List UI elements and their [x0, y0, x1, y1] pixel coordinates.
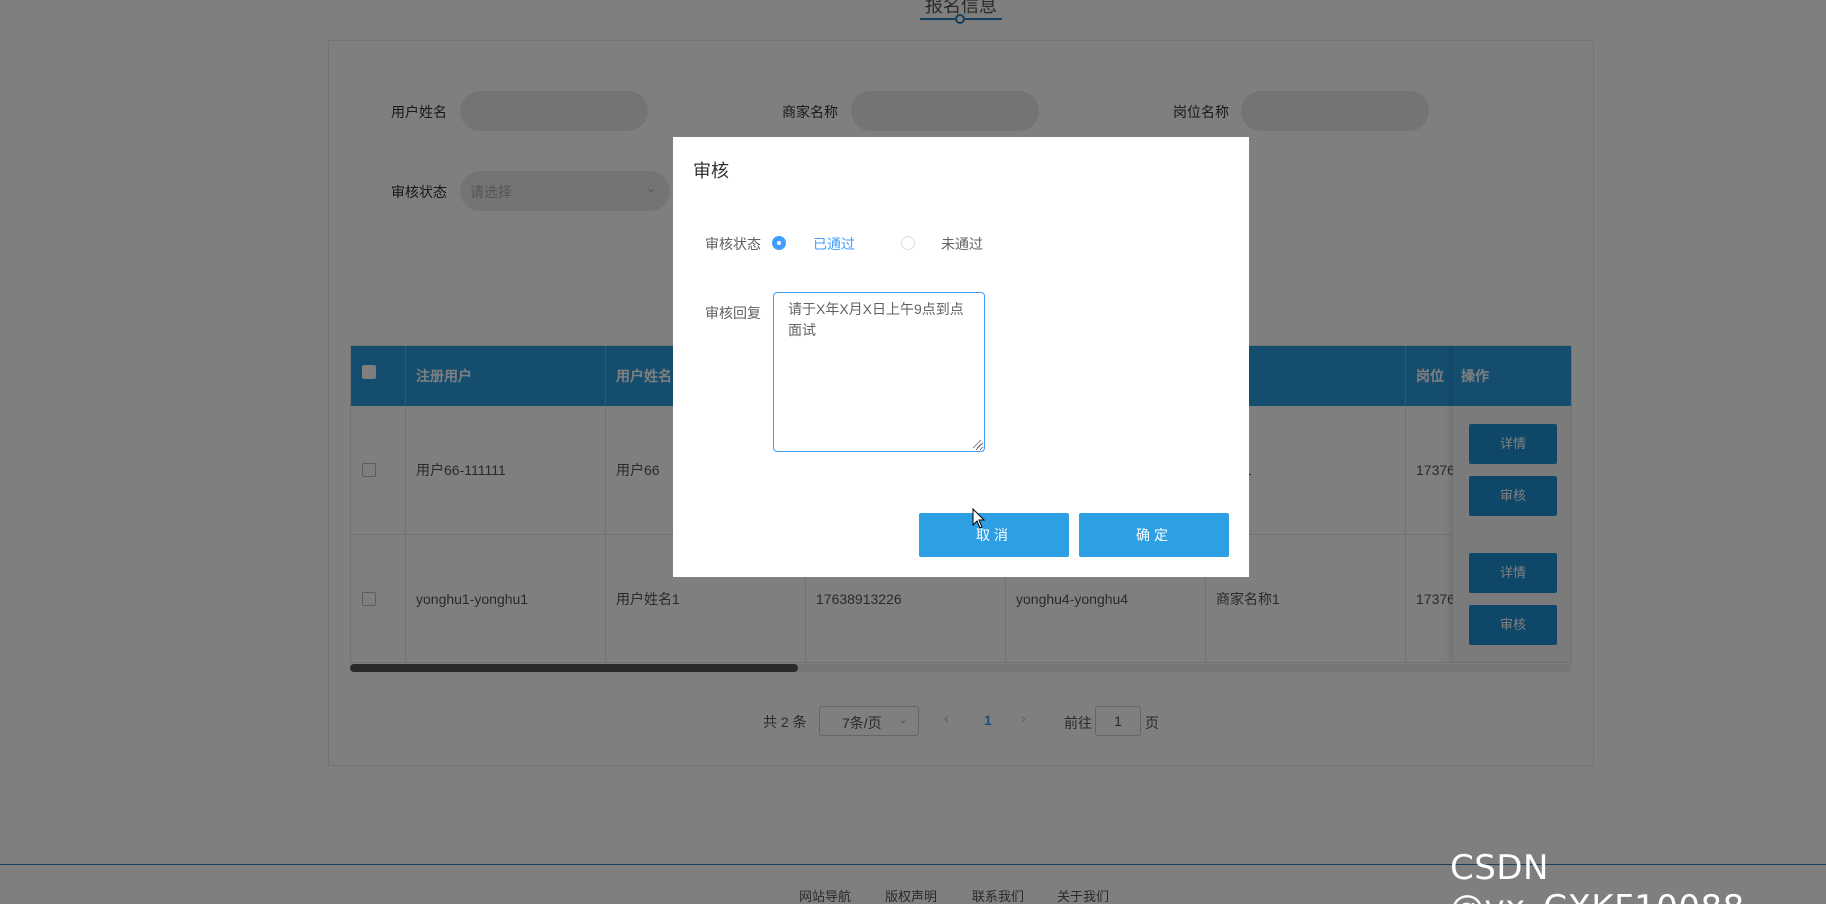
mouse-cursor-icon	[972, 508, 986, 529]
confirm-button[interactable]: 确定	[1079, 513, 1229, 557]
review-reply-textarea[interactable]: 请于X年X月X日上午9点到点面试	[773, 292, 985, 452]
dialog-title: 审核	[693, 161, 729, 181]
review-dialog: 审核 审核状态 已通过 未通过 审核回复 请于X年X月X日上午9点到点面试 取消…	[673, 137, 1249, 577]
review-reply-label: 审核回复	[705, 305, 761, 321]
review-status-field-label: 审核状态	[705, 236, 761, 252]
radio-failed-label[interactable]: 未通过	[941, 234, 983, 254]
radio-passed[interactable]	[772, 236, 786, 250]
watermark: CSDN @vx_CXKF10088	[1450, 848, 1744, 904]
cancel-button[interactable]: 取消	[919, 513, 1069, 557]
radio-passed-label[interactable]: 已通过	[813, 234, 855, 254]
resize-handle-icon[interactable]	[972, 439, 982, 449]
radio-failed[interactable]	[901, 236, 915, 250]
